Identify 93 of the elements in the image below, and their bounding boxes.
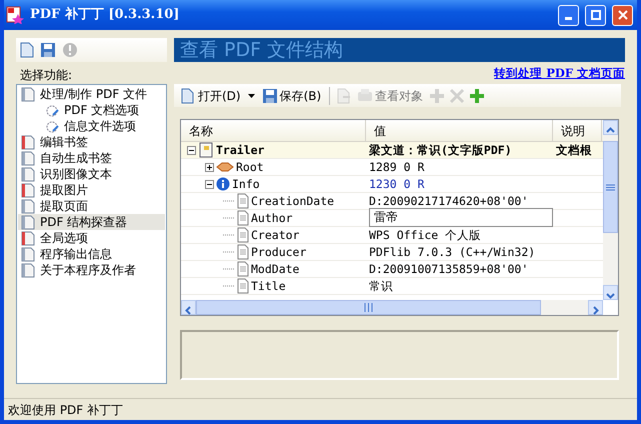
page-icon xyxy=(237,210,249,226)
open-button[interactable]: 打开(D) xyxy=(178,86,243,105)
table-cell: 文档根 xyxy=(556,142,592,158)
document-icon xyxy=(20,214,36,230)
sidebar-item[interactable]: 自动生成书签 xyxy=(18,150,165,166)
tree-connector xyxy=(223,251,235,254)
grip-icon[interactable] xyxy=(364,303,373,312)
document-icon xyxy=(20,166,36,182)
tree-row[interactable]: Title 常识 xyxy=(181,278,603,296)
tree-node-label: Trailer xyxy=(216,142,264,158)
tree-connector xyxy=(223,268,235,270)
add-icon[interactable] xyxy=(468,88,486,104)
vertical-scrollbar[interactable] xyxy=(603,120,618,300)
page-icon xyxy=(237,193,249,210)
sidebar-label: 选择功能: xyxy=(20,68,74,82)
grip-icon[interactable] xyxy=(606,184,615,191)
table-cell: D:20091007135859+08'00' xyxy=(369,261,528,278)
status-text: 欢迎使用 PDF 补丁丁 xyxy=(8,403,124,417)
document-icon xyxy=(20,230,36,246)
table-cell: 1289 0 R xyxy=(369,159,424,176)
tree-node-label: Root xyxy=(236,159,264,176)
save-button[interactable]: 保存(B) xyxy=(260,86,324,105)
document-icon[interactable] xyxy=(20,42,34,58)
close-icon xyxy=(618,10,628,20)
close-button[interactable] xyxy=(612,4,633,26)
printer-icon xyxy=(357,88,374,104)
tree-node-label: CreationDate xyxy=(251,193,334,210)
sidebar-item[interactable]: 编辑书签 xyxy=(18,134,165,150)
table-cell: 梁文道：常识(文字版PDF) xyxy=(369,142,512,158)
sidebar-item[interactable]: PDF 结构探查器 xyxy=(18,214,165,230)
tree-connector xyxy=(223,217,235,220)
info-icon xyxy=(216,177,230,192)
expand-icon[interactable] xyxy=(205,162,214,172)
app-icon xyxy=(6,6,24,24)
sidebar-item[interactable]: 提取页面 xyxy=(18,198,165,214)
sidebar-item[interactable]: 关于本程序及作者 xyxy=(18,262,165,278)
tree-node-label: Info xyxy=(232,176,260,192)
column-header[interactable]: 值 xyxy=(366,120,553,142)
sidebar-item[interactable]: 程序输出信息 xyxy=(18,246,165,262)
value-input[interactable]: 雷帝 xyxy=(369,208,553,228)
maximize-icon xyxy=(590,10,600,20)
column-header[interactable]: 说明 xyxy=(553,120,602,142)
sidebar-item[interactable]: 全局选项 xyxy=(18,230,165,246)
page-icon xyxy=(237,278,249,294)
tree-node-label: ModDate xyxy=(251,261,300,278)
tree-connector xyxy=(223,234,235,236)
table-cell: 1230 0 R xyxy=(369,176,424,192)
sidebar-item[interactable]: 信息文件选项 xyxy=(18,118,165,134)
sidebar-item[interactable]: 处理/制作 PDF 文件 xyxy=(18,86,165,102)
page-title: 查看 PDF 文件结构 xyxy=(174,38,625,62)
tree-row[interactable]: Creator WPS Office 个人版 xyxy=(181,227,603,244)
tree-row[interactable]: ModDate D:20091007135859+08'00' xyxy=(181,261,603,278)
sidebar-item[interactable]: PDF 文档选项 xyxy=(18,102,165,118)
save-icon xyxy=(262,88,278,104)
document-icon xyxy=(20,134,36,150)
document-icon xyxy=(20,86,36,102)
tree-connector xyxy=(223,285,235,288)
table-cell: PDFlib 7.0.3 (C++/Win32) xyxy=(369,244,536,260)
dropdown-button[interactable] xyxy=(246,94,257,98)
tree-node-label: Title xyxy=(251,278,286,294)
table-cell: 常识 xyxy=(369,278,393,294)
tree-node-label: Producer xyxy=(251,244,306,260)
table-cell: D:20090217174620+08'00' xyxy=(369,193,528,210)
minimize-icon xyxy=(565,16,572,20)
tree-row[interactable]: Root 1289 0 R xyxy=(181,159,603,176)
window-title: PDF 补丁丁 [0.3.3.10] xyxy=(30,6,180,24)
collapse-icon[interactable] xyxy=(187,146,196,155)
switch-page-link[interactable]: 转到处理 PDF 文档页面 xyxy=(494,65,625,82)
tree-node-label: Author xyxy=(251,210,293,226)
document-icon xyxy=(20,262,36,278)
horizontal-scrollbar[interactable] xyxy=(181,300,603,316)
page-icon xyxy=(237,227,249,244)
save-icon[interactable] xyxy=(40,42,56,58)
maximize-button[interactable] xyxy=(585,4,606,26)
tree-node-label: Creator xyxy=(251,227,300,244)
column-header[interactable]: 名称 xyxy=(181,120,366,142)
document-icon xyxy=(20,182,36,198)
table-cell: WPS Office 个人版 xyxy=(369,227,482,244)
document-icon xyxy=(20,198,36,214)
document-icon xyxy=(180,88,196,104)
sidebar-item[interactable]: 识别图像文本 xyxy=(18,166,165,182)
sidebar-item[interactable]: 提取图片 xyxy=(18,182,165,198)
tree-row[interactable]: Author 雷帝 xyxy=(181,210,603,228)
tree-row[interactable]: Info 1230 0 R xyxy=(181,176,603,194)
tree-row[interactable]: Trailer 梁文道：常识(文字版PDF) 文档根 xyxy=(181,142,603,160)
page-icon xyxy=(237,261,249,278)
minimize-button[interactable] xyxy=(558,4,579,26)
tree-connector xyxy=(223,200,235,202)
tree-row[interactable]: Producer PDFlib 7.0.3 (C++/Win32) xyxy=(181,244,603,262)
document-icon xyxy=(20,150,36,166)
collapse-icon[interactable] xyxy=(205,180,214,189)
page-icon xyxy=(237,244,249,260)
document-icon xyxy=(20,246,36,262)
